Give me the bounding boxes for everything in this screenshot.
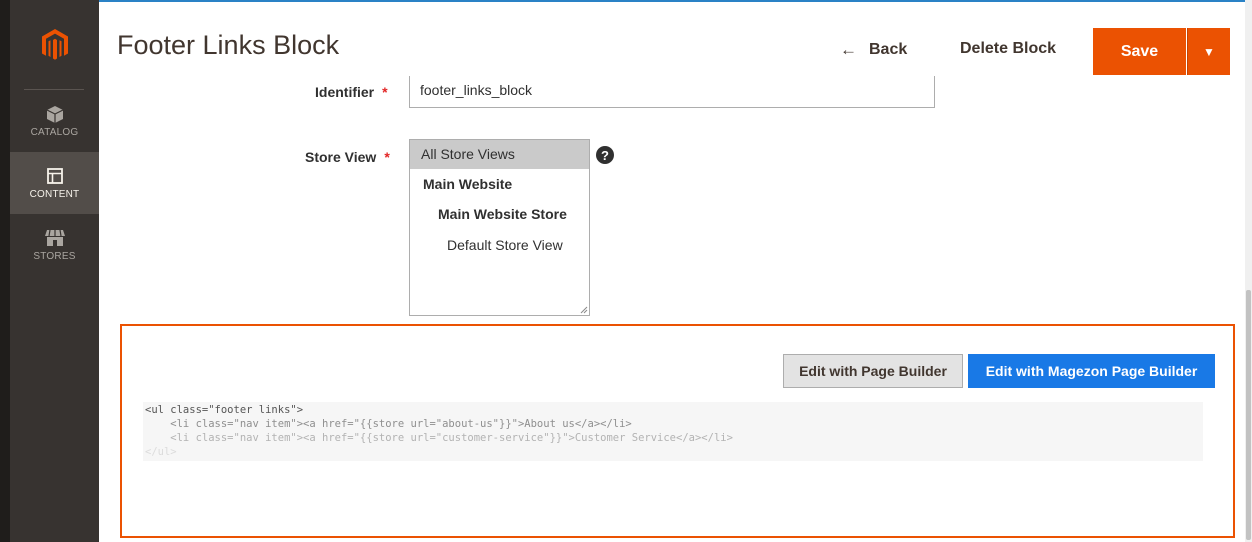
store-option-main-website[interactable]: Main Website [410,170,589,199]
layout-icon [46,166,63,186]
store-view-label: Store View * [305,149,390,165]
edit-magezon-button[interactable]: Edit with Magezon Page Builder [968,354,1215,388]
nav-item-label: CATALOG [30,127,79,138]
scrollbar-thumb[interactable] [1246,290,1251,540]
back-button[interactable]: ← Back [840,40,907,60]
help-icon[interactable]: ? [596,146,614,164]
code-line: <li class="nav item"><a href="{{store ur… [145,432,733,444]
required-marker: * [382,84,388,100]
identifier-value: footer_links_block [420,82,533,98]
nav-item-content[interactable]: CONTENT [10,152,99,214]
magento-logo[interactable] [10,0,99,90]
identifier-label: Identifier * [315,84,388,100]
identifier-input[interactable]: footer_links_block [409,76,935,108]
resize-handle-icon[interactable] [580,306,588,314]
save-options-toggle[interactable]: ▼ [1187,28,1230,75]
page-title: Footer Links Block [117,30,340,60]
code-editor[interactable]: <ul class="footer links"> <li class="nav… [143,402,1203,461]
back-label: Back [869,41,908,58]
required-marker: * [384,149,390,165]
cube-icon [46,104,63,124]
page-header: Footer Links Block ← Back Delete Block S… [99,2,1245,78]
edit-page-builder-button[interactable]: Edit with Page Builder [783,354,963,388]
store-option-default-view[interactable]: Default Store View [410,231,589,260]
nav-item-label: CONTENT [29,189,80,200]
admin-sidebar: CATALOG CONTENT STORES [0,0,99,542]
content-editor: Edit with Page Builder Edit with Magezon… [120,324,1235,538]
store-icon [44,228,65,248]
delete-block-button[interactable]: Delete Block [960,40,1056,58]
nav-item-label: STORES [33,251,76,262]
nav-item-catalog[interactable]: CATALOG [10,90,99,152]
magento-logo-icon [41,29,68,60]
code-line: </ul> [145,446,177,458]
store-option-main-website-store[interactable]: Main Website Store [410,200,589,229]
nav-item-stores[interactable]: STORES [10,214,99,276]
save-button[interactable]: Save [1093,28,1186,75]
code-line: <li class="nav item"><a href="{{store ur… [145,418,632,430]
page-scrollbar[interactable] [1245,0,1252,542]
store-option-all[interactable]: All Store Views [410,140,589,169]
code-line: <ul class="footer links"> [145,404,304,416]
store-view-multiselect[interactable]: All Store Views Main Website Main Websit… [409,139,590,316]
caret-down-icon: ▼ [1203,44,1215,59]
arrow-left-icon: ← [840,40,857,59]
